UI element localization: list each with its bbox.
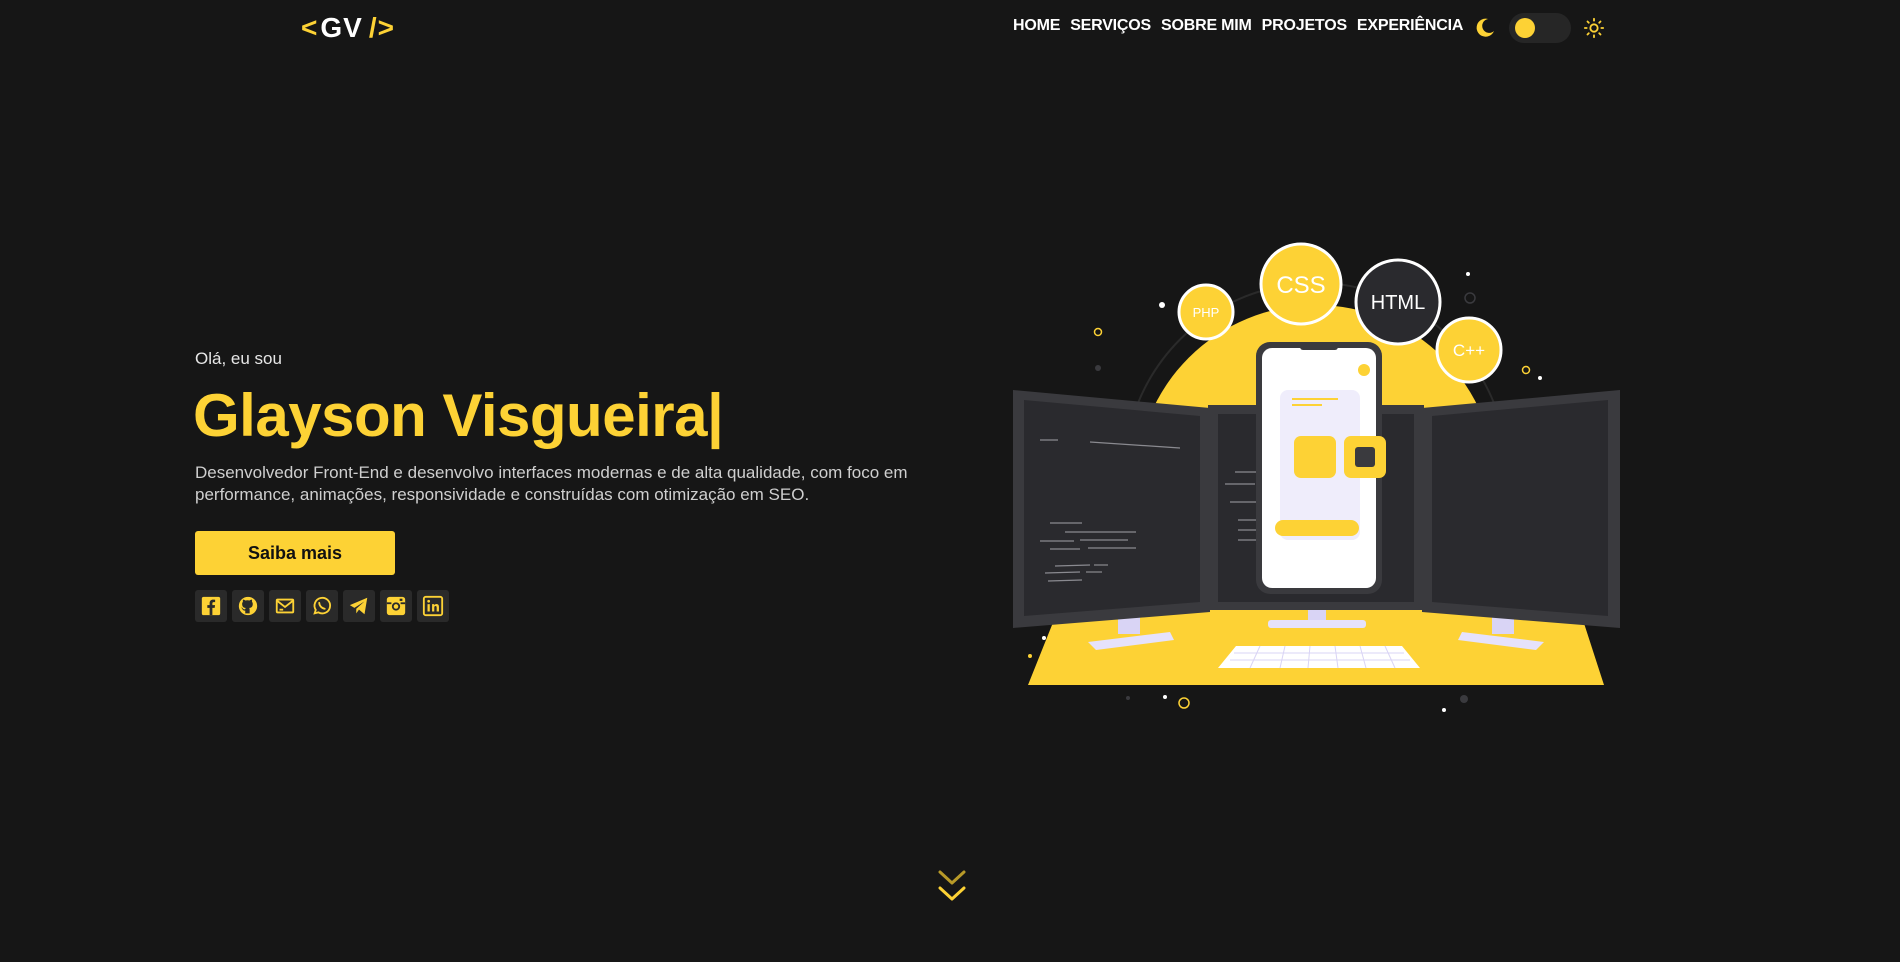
main-nav: HOME SERVIÇOS SOBRE MIM PROJETOS EXPERIÊ… bbox=[1013, 17, 1463, 35]
svg-text:HTML: HTML bbox=[1371, 292, 1425, 314]
scroll-down-icon[interactable] bbox=[936, 868, 968, 906]
linkedin-icon bbox=[422, 595, 444, 617]
hero-greeting: Olá, eu sou bbox=[195, 349, 282, 368]
svg-text:PHP: PHP bbox=[1193, 305, 1220, 320]
github-icon bbox=[238, 596, 258, 616]
telegram-link[interactable] bbox=[343, 590, 375, 622]
email-link[interactable] bbox=[269, 590, 301, 622]
nav-servicos[interactable]: SERVIÇOS bbox=[1070, 17, 1151, 35]
html-badge: HTML bbox=[1354, 258, 1442, 346]
social-links bbox=[195, 590, 449, 622]
logo-bracket-close: /> bbox=[368, 12, 395, 43]
github-link[interactable] bbox=[232, 590, 264, 622]
telegram-icon bbox=[349, 597, 368, 615]
sun-icon bbox=[1583, 17, 1605, 39]
nav-experiencia[interactable]: EXPERIÊNCIA bbox=[1357, 17, 1463, 35]
hero-description: Desenvolvedor Front-End e desenvolvo int… bbox=[195, 463, 908, 504]
saiba-mais-button[interactable]: Saiba mais bbox=[195, 531, 395, 575]
whatsapp-link[interactable] bbox=[306, 590, 338, 622]
nav-home[interactable]: HOME bbox=[1013, 17, 1060, 35]
php-badge: PHP bbox=[1177, 283, 1235, 341]
moon-icon bbox=[1476, 18, 1494, 37]
instagram-link[interactable] bbox=[380, 590, 412, 622]
nav-sobre-mim[interactable]: SOBRE MIM bbox=[1161, 17, 1252, 35]
nav-projetos[interactable]: PROJETOS bbox=[1262, 17, 1347, 35]
linkedin-link[interactable] bbox=[417, 590, 449, 622]
svg-text:CSS: CSS bbox=[1276, 272, 1325, 299]
theme-toggle-knob bbox=[1515, 18, 1535, 38]
page: < GV /> HOME SERVIÇOS SOBRE MIM PROJETOS… bbox=[0, 0, 1900, 962]
email-icon bbox=[275, 598, 295, 614]
hero-name: Glayson Visgueira| bbox=[193, 382, 724, 449]
cpp-badge: C++ bbox=[1435, 316, 1503, 384]
developer-workstation-illustration: PHP CSS HTML C++ bbox=[1013, 242, 1620, 712]
instagram-icon bbox=[386, 596, 406, 616]
theme-toggle[interactable] bbox=[1509, 13, 1571, 43]
facebook-icon bbox=[201, 596, 221, 616]
svg-text:C++: C++ bbox=[1453, 341, 1485, 360]
logo-initials: GV bbox=[320, 12, 363, 43]
whatsapp-icon bbox=[313, 596, 332, 615]
facebook-link[interactable] bbox=[195, 590, 227, 622]
css-badge: CSS bbox=[1259, 242, 1343, 326]
site-logo[interactable]: < GV /> bbox=[301, 12, 395, 44]
theme-switcher bbox=[1473, 13, 1605, 43]
logo-bracket-open: < bbox=[301, 12, 319, 43]
